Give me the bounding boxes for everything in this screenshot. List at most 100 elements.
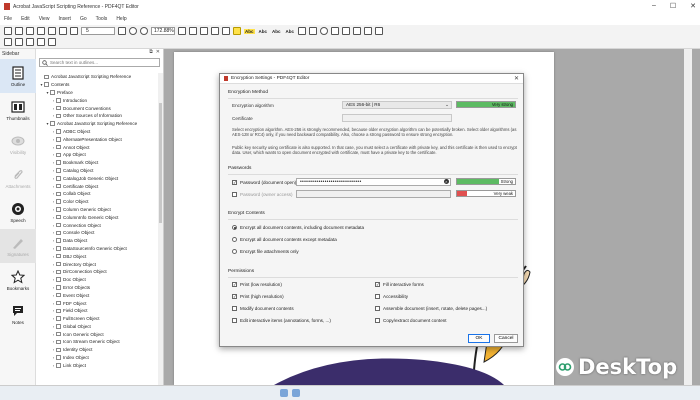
- edit-interactive-checkbox[interactable]: [232, 318, 237, 323]
- text-underline-tool[interactable]: Abc: [258, 29, 269, 34]
- print-high-res-checkbox[interactable]: ✓: [232, 294, 237, 299]
- outline-item[interactable]: › Index Object: [36, 354, 158, 362]
- rail-item-thumbnails[interactable]: Thumbnails: [0, 93, 36, 127]
- document-scrollbar[interactable]: [684, 49, 692, 385]
- encrypt-except-metadata-radio[interactable]: [232, 237, 237, 242]
- outline-item[interactable]: › FDF Object: [36, 299, 158, 307]
- menu-view[interactable]: View: [39, 16, 50, 22]
- accessibility-checkbox[interactable]: [375, 294, 380, 299]
- outline-item[interactable]: › Icon Generic Object: [36, 330, 158, 338]
- copy-extract-checkbox[interactable]: [375, 318, 380, 323]
- outline-item[interactable]: › FullScreen Object: [36, 315, 158, 323]
- outline-item[interactable]: › Connection Object: [36, 221, 158, 229]
- fit-width-icon[interactable]: [189, 27, 197, 35]
- fit-page-icon[interactable]: [178, 27, 186, 35]
- open-icon[interactable]: [4, 27, 12, 35]
- table-select-icon[interactable]: [26, 38, 34, 46]
- text-squiggly-tool[interactable]: Abc: [285, 29, 296, 34]
- copy-icon[interactable]: [364, 27, 373, 35]
- open-password-checkbox[interactable]: ✓: [232, 180, 237, 185]
- print-low-res-checkbox[interactable]: ✓: [232, 282, 237, 287]
- outline-item[interactable]: › Icon Stream Generic Object: [36, 338, 158, 346]
- scrollbar-thumb[interactable]: [159, 103, 162, 223]
- save-icon[interactable]: [15, 27, 23, 35]
- outline-item[interactable]: › Annot Object: [36, 143, 158, 151]
- hand-tool-icon[interactable]: [4, 38, 12, 46]
- outline-item[interactable]: › Document Conventions: [36, 104, 158, 112]
- page-number-input[interactable]: 5: [81, 27, 115, 35]
- owner-password-checkbox[interactable]: [232, 192, 237, 197]
- select-icon[interactable]: [222, 27, 230, 35]
- outline-item[interactable]: › Column Generic Object: [36, 206, 158, 214]
- open-password-input[interactable]: •••••••••••••••••••••••••••••• ×: [296, 178, 451, 186]
- paste-icon[interactable]: [375, 27, 384, 35]
- menu-help[interactable]: Help: [116, 16, 126, 22]
- owner-password-input[interactable]: [296, 190, 451, 198]
- outline-item[interactable]: › Doc Object: [36, 276, 158, 284]
- rail-item-visibility[interactable]: Visibility: [0, 127, 36, 161]
- cancel-button[interactable]: Cancel: [494, 334, 518, 343]
- outline-item[interactable]: ▾ Preface: [36, 89, 158, 97]
- text-highlight-tool[interactable]: Abc: [244, 28, 255, 34]
- outline-item[interactable]: › Link Object: [36, 361, 158, 369]
- outline-item[interactable]: › DBJ Object: [36, 252, 158, 260]
- magnifier-icon[interactable]: [37, 38, 45, 46]
- redo-icon[interactable]: [59, 27, 67, 35]
- note-icon[interactable]: [298, 27, 307, 35]
- outline-item[interactable]: › DataSourceInfo Generic Object: [36, 245, 158, 253]
- outline-item[interactable]: › Directory Object: [36, 260, 158, 268]
- ok-button[interactable]: OK: [468, 334, 490, 343]
- outline-item[interactable]: › Console Object: [36, 229, 158, 237]
- menu-insert[interactable]: Insert: [58, 16, 71, 22]
- outline-item[interactable]: › Global Object: [36, 323, 158, 331]
- pencil-icon[interactable]: [309, 27, 318, 35]
- outline-item[interactable]: Acrobat JavaScript Scripting Reference: [36, 73, 158, 81]
- rail-item-notes[interactable]: Notes: [0, 297, 36, 331]
- next-page-icon[interactable]: [118, 27, 126, 35]
- clear-icon[interactable]: ×: [444, 179, 449, 184]
- outline-item[interactable]: › Other Sources of Information: [36, 112, 158, 120]
- menu-tools[interactable]: Tools: [96, 16, 108, 22]
- dialog-close-icon[interactable]: ✕: [514, 75, 519, 82]
- search-input[interactable]: Search text in outlines...: [50, 60, 98, 65]
- rail-item-attachments[interactable]: Attachments: [0, 161, 36, 195]
- outline-item[interactable]: › Color Object: [36, 198, 158, 206]
- taskbar-app-icon[interactable]: [292, 389, 300, 397]
- outline-item[interactable]: ▾ Contents: [36, 81, 158, 89]
- screenshot-icon[interactable]: [48, 38, 56, 46]
- outline-item[interactable]: › CatalogJob Generic Object: [36, 174, 158, 182]
- rail-item-signatures[interactable]: Signatures: [0, 229, 36, 263]
- rail-item-outline[interactable]: Outline: [0, 59, 36, 93]
- outline-item[interactable]: › Identity Object: [36, 346, 158, 354]
- camera-icon[interactable]: [353, 27, 362, 35]
- outline-item[interactable]: › DirConnection Object: [36, 268, 158, 276]
- outline-item[interactable]: › App Object: [36, 151, 158, 159]
- outline-item[interactable]: › ADBC Object: [36, 128, 158, 136]
- encrypt-attachments-radio[interactable]: [232, 249, 237, 254]
- modify-contents-checkbox[interactable]: [232, 306, 237, 311]
- zoom-out-icon[interactable]: [140, 27, 148, 35]
- menu-edit[interactable]: Edit: [21, 16, 30, 22]
- outline-item[interactable]: › Data Object: [36, 237, 158, 245]
- outline-search[interactable]: Search text in outlines...: [39, 58, 160, 67]
- zoom-in-icon[interactable]: [129, 27, 137, 35]
- rail-item-bookmarks[interactable]: Bookmarks: [0, 263, 36, 297]
- outline-item[interactable]: › ColumnInfo Generic Object: [36, 213, 158, 221]
- outline-item[interactable]: ▾ Acrobat JavaScript Scripting Reference: [36, 120, 158, 128]
- outline-item[interactable]: › Bookmark Object: [36, 159, 158, 167]
- maximize-icon[interactable]: ☐: [670, 2, 676, 10]
- rail-item-speech[interactable]: Speech: [0, 195, 36, 229]
- print-icon[interactable]: [26, 27, 34, 35]
- outline-item[interactable]: › AlternatePresentation Object: [36, 135, 158, 143]
- highlight-icon[interactable]: [233, 27, 241, 35]
- float-panel-icon[interactable]: ⧉: [149, 49, 153, 57]
- outline-item[interactable]: › Field Object: [36, 307, 158, 315]
- algorithm-select[interactable]: AES 256-bit | R6 ⌄: [342, 101, 452, 109]
- close-panel-icon[interactable]: ✕: [156, 49, 160, 57]
- text-select-icon[interactable]: [15, 38, 23, 46]
- zoom-input[interactable]: 172.88%: [151, 27, 175, 35]
- previous-page-icon[interactable]: [70, 27, 78, 35]
- certificate-select[interactable]: [342, 114, 452, 122]
- email-icon[interactable]: [37, 27, 45, 35]
- encrypt-all-radio[interactable]: [232, 225, 237, 230]
